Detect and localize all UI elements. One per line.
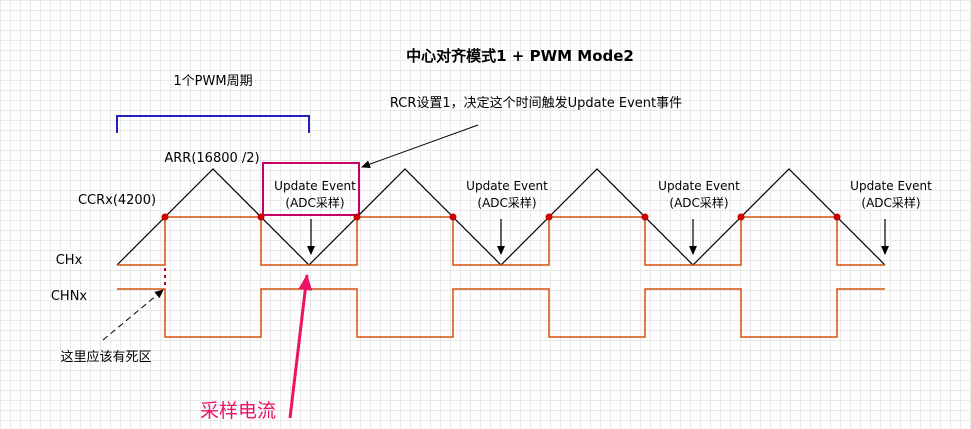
diagram-canvas: 中心对齐模式1 + PWM Mode2 1个PWM周期 RCR设置1，决定这个时…	[0, 0, 971, 429]
update-event-label: Update Event	[850, 179, 932, 193]
chx-label: CHx	[56, 253, 83, 268]
crossing-dot	[257, 213, 265, 221]
crossing-dot	[353, 213, 361, 221]
update-event-label: Update Event	[658, 179, 740, 193]
arr-label: ARR(16800 /2)	[164, 151, 259, 166]
crossing-dot	[737, 213, 745, 221]
update-event-sublabel: (ADC采样)	[285, 195, 344, 210]
update-event-sublabel: (ADC采样)	[477, 195, 536, 210]
sampling-arrow	[288, 274, 313, 419]
update-event-label: Update Event	[274, 179, 356, 193]
crossing-dot	[161, 213, 169, 221]
sampling-current-label: 采样电流	[200, 400, 276, 422]
update-event-sublabel: (ADC采样)	[669, 195, 728, 210]
deadtime-arrow	[102, 289, 164, 341]
diagram-title: 中心对齐模式1 + PWM Mode2	[406, 47, 634, 65]
period-bracket	[116, 115, 310, 133]
ccrx-label: CCRx(4200)	[78, 193, 156, 208]
update-event-label: Update Event	[466, 179, 548, 193]
update-event-sublabel: (ADC采样)	[861, 195, 920, 210]
chnx-waveform	[117, 288, 885, 338]
crossing-dot	[833, 213, 841, 221]
crossing-dot	[545, 213, 553, 221]
rcr-arrow	[361, 124, 479, 169]
crossing-dot	[641, 213, 649, 221]
rcr-note: RCR设置1，决定这个时间触发Update Event事件	[390, 95, 682, 111]
chnx-label: CHNx	[51, 289, 88, 304]
timing-diagram: 中心对齐模式1 + PWM Mode2 1个PWM周期 RCR设置1，决定这个时…	[51, 47, 932, 422]
crossing-dot	[449, 213, 457, 221]
deadtime-note: 这里应该有死区	[60, 349, 151, 365]
period-label: 1个PWM周期	[173, 74, 252, 89]
